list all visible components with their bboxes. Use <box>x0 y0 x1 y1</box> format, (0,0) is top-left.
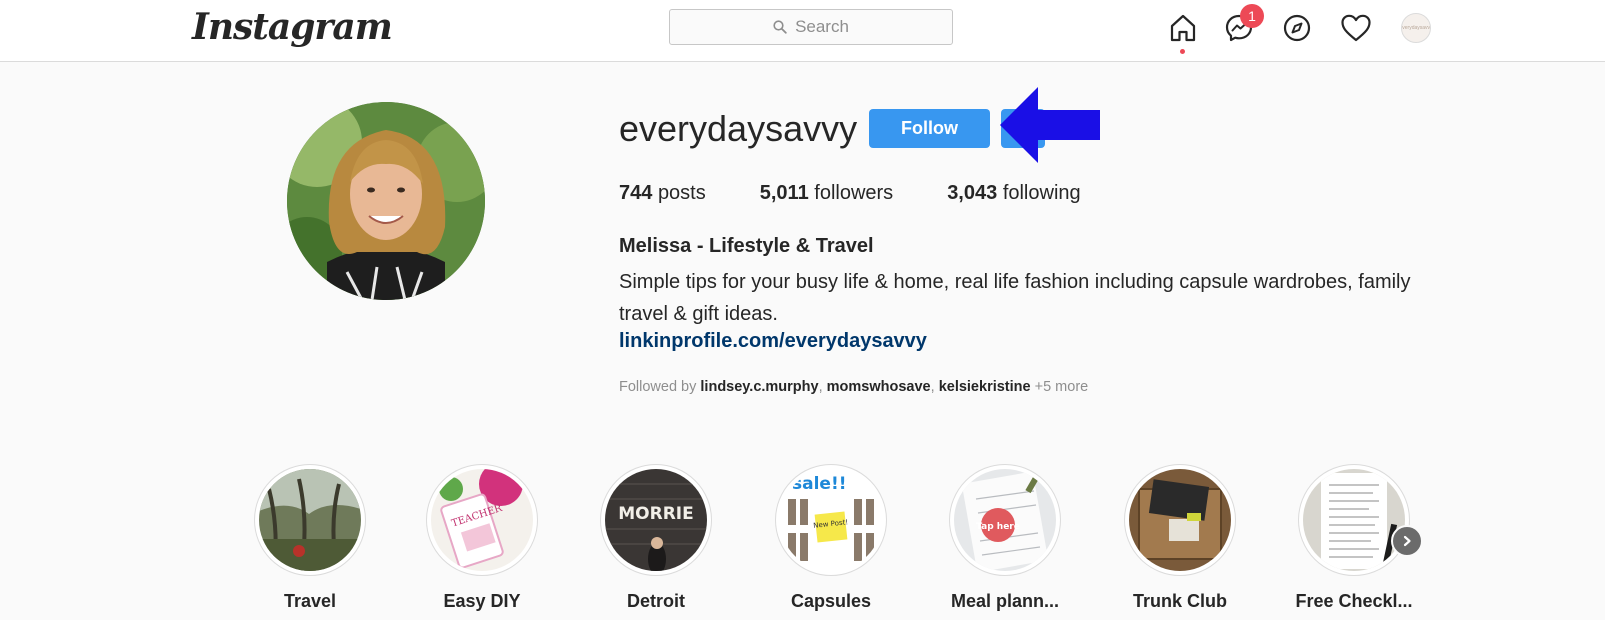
posts-label: posts <box>657 182 706 204</box>
highlight-detroit[interactable]: MORRIE Detroit <box>576 464 736 612</box>
highlight-cover: TEACHER <box>431 469 533 571</box>
followed-by-account[interactable]: kelsiekristine <box>939 379 1031 395</box>
followers-stat[interactable]: 5,011 followers <box>760 182 893 205</box>
highlight-trunk-club[interactable]: Trunk Club <box>1100 464 1260 612</box>
posts-count: 744 <box>619 182 653 204</box>
profile-picture[interactable] <box>287 102 485 300</box>
followed-by-account[interactable]: momswhosave <box>827 379 931 395</box>
highlight-cover: MORRIE <box>605 469 707 571</box>
highlight-label: Trunk Club <box>1133 591 1227 611</box>
highlight-label: Meal plann... <box>950 591 1060 611</box>
highlight-cover <box>259 469 361 571</box>
highlight-ring: Tap here <box>949 464 1061 576</box>
followed-by-prefix: Followed by <box>619 379 697 395</box>
top-nav: Instagram Search 1 everydaysavvy <box>0 0 1605 62</box>
home-icon[interactable] <box>1166 11 1200 45</box>
highlight-ring: sale!! New Post! <box>775 464 887 576</box>
highlight-cover <box>1129 469 1231 571</box>
home-active-dot <box>1180 49 1185 54</box>
highlight-travel[interactable]: Travel <box>230 464 390 612</box>
meal-thumb-text: Tap here <box>976 522 1020 532</box>
highlight-ring: MORRIE <box>600 464 712 576</box>
posts-stat: 744 posts <box>619 182 706 205</box>
avatar-text: everydaysavvy <box>1401 25 1431 31</box>
following-count: 3,043 <box>947 182 998 204</box>
following-stat[interactable]: 3,043 following <box>947 182 1080 205</box>
followed-by-more[interactable]: +5 more <box>1035 379 1089 395</box>
profile-avatar[interactable]: everydaysavvy <box>1401 13 1431 43</box>
heart-icon[interactable] <box>1339 11 1373 45</box>
following-label: following <box>1002 182 1081 204</box>
highlight-label: Travel <box>283 591 337 611</box>
followers-label: followers <box>814 182 894 204</box>
highlight-cover: Tap here <box>954 469 1056 571</box>
highlight-easy-diy[interactable]: TEACHER Easy DIY <box>402 464 562 612</box>
highlight-label: Easy DIY <box>443 591 521 611</box>
highlight-meal-planning[interactable]: Tap here Meal plann... <box>925 464 1085 612</box>
highlight-ring: TEACHER <box>426 464 538 576</box>
highlight-cover: sale!! New Post! <box>780 469 882 571</box>
highlight-ring <box>1124 464 1236 576</box>
messages-badge: 1 <box>1240 4 1264 28</box>
search-icon <box>773 20 787 34</box>
search-input[interactable]: Search <box>669 9 953 45</box>
highlight-capsules[interactable]: sale!! New Post! Capsules <box>751 464 911 612</box>
highlight-label: Capsules <box>790 591 872 611</box>
followed-by-account[interactable]: lindsey.c.murphy <box>700 379 818 395</box>
detroit-thumb-text: MORRIE <box>618 504 694 524</box>
bio-description: Simple tips for your busy life & home, r… <box>619 271 1411 325</box>
followers-count: 5,011 <box>759 182 809 204</box>
profile-username: everydaysavvy <box>619 108 858 149</box>
bio-website-link[interactable]: linkinprofile.com/everydaysavvy <box>619 330 927 353</box>
instagram-logo[interactable]: Instagram <box>192 6 393 48</box>
highlight-ring <box>254 464 366 576</box>
follow-button[interactable]: Follow <box>869 109 990 148</box>
profile-stats: 744 posts 5,011 followers 3,043 followin… <box>619 182 1081 205</box>
highlight-label: Free Checkl... <box>1295 591 1413 611</box>
bio-full-name: Melissa - Lifestyle & Travel <box>619 235 874 257</box>
capsules-thumb-text: sale!! <box>792 474 846 494</box>
followed-by: Followed by lindsey.c.murphy, momswhosav… <box>619 379 1089 395</box>
highlights-next-button[interactable] <box>1391 525 1423 557</box>
search-placeholder: Search <box>795 17 849 36</box>
highlight-cover <box>1303 469 1405 571</box>
annotation-arrow-icon <box>1000 87 1100 163</box>
explore-icon[interactable] <box>1280 11 1314 45</box>
chevron-right-icon <box>1403 535 1411 547</box>
highlight-label: Detroit <box>627 591 685 611</box>
highlight-ring <box>1298 464 1410 576</box>
